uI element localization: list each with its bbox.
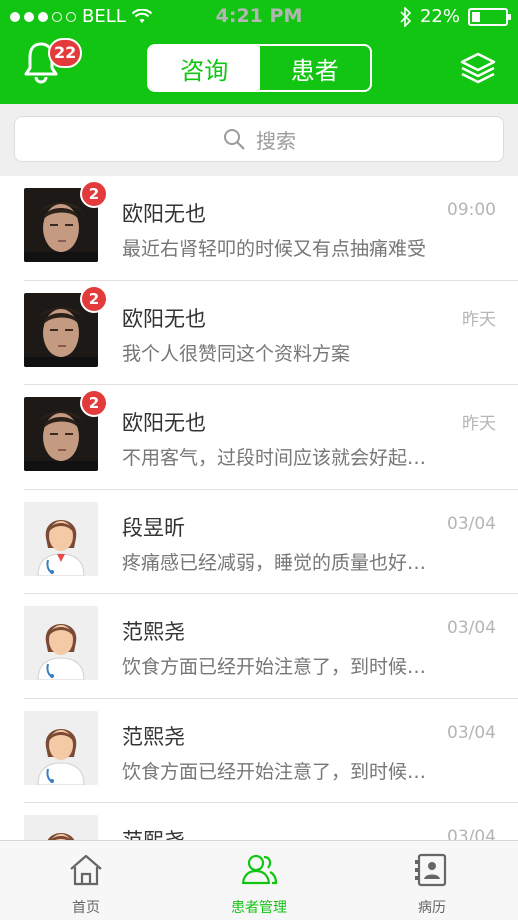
contact-name: 欧阳无也 [122, 411, 206, 435]
search-placeholder: 搜索 [256, 128, 296, 153]
list-item[interactable]: 范熙尧 03/04 饮食方面已经开始注意了，到时候再复查 [0, 699, 518, 803]
tab-patients[interactable]: 患者 [260, 46, 371, 90]
unread-badge: 2 [80, 180, 108, 208]
list-item[interactable]: 范熙尧 03/04 [0, 803, 518, 840]
nav-bar: 22 咨询 患者 [0, 32, 518, 104]
avatar [24, 501, 98, 576]
unread-badge: 2 [80, 389, 108, 417]
notification-badge: 22 [48, 38, 83, 68]
tab-label: 病历 [418, 900, 446, 916]
message-time: 09:00 [447, 200, 496, 220]
message-time: 03/04 [447, 722, 496, 743]
segmented-control: 咨询 患者 [147, 44, 372, 92]
message-time: 03/04 [447, 827, 496, 840]
contact-name: 欧阳无也 [122, 202, 206, 226]
search-icon [224, 129, 245, 150]
list-item[interactable]: 范熙尧 03/04 饮食方面已经开始注意了，到时候再复查 [0, 594, 518, 699]
message-time: 03/04 [447, 513, 496, 534]
patients-icon [241, 854, 278, 885]
female-doctor-avatar [24, 815, 98, 840]
list-item[interactable]: 段昱昕 03/04 疼痛感已经减弱，睡觉的质量也好了很多 [0, 490, 518, 594]
contact-name: 段昱昕 [122, 515, 185, 540]
avatar [24, 815, 98, 840]
tab-home[interactable]: 首页 [0, 841, 172, 920]
female-doctor-avatar [24, 606, 98, 680]
status-bar: BELL 4:21 PM 22% [0, 0, 518, 32]
message-time: 昨天 [462, 309, 496, 330]
avatar [24, 606, 98, 680]
unread-badge: 2 [80, 284, 108, 313]
list-item[interactable]: 2 欧阳无也 09:00 最近右肾轻叩的时候又有点抽痛难受 [0, 176, 518, 281]
message-time: 昨天 [462, 414, 496, 434]
bluetooth-icon [400, 6, 412, 27]
message-time: 03/04 [447, 618, 496, 638]
bottom-tab-bar: 首页 患者管理 病历 [0, 840, 518, 920]
contact-name: 欧阳无也 [122, 306, 206, 331]
avatar [24, 710, 98, 785]
contact-name: 范熙尧 [122, 724, 185, 749]
message-preview: 饮食方面已经开始注意了，到时候再复查 [122, 656, 440, 678]
tab-consult[interactable]: 咨询 [149, 46, 260, 90]
message-preview: 我个人很赞同这个资料方案 [122, 342, 351, 365]
message-preview: 饮食方面已经开始注意了，到时候再复查 [122, 760, 440, 783]
contact-name: 范熙尧 [122, 620, 185, 644]
conversation-list: 2 欧阳无也 09:00 最近右肾轻叩的时候又有点抽痛难受 2 欧阳无也 昨天 … [0, 176, 518, 840]
layers-icon[interactable] [460, 50, 496, 86]
search-input[interactable]: 搜索 [14, 116, 504, 162]
battery-percent: 22% [419, 6, 460, 27]
tab-patient-management[interactable]: 患者管理 [173, 841, 345, 920]
female-doctor-avatar [24, 501, 98, 576]
message-preview: 最近右肾轻叩的时候又有点抽痛难受 [122, 238, 427, 260]
contact-name: 范熙尧 [122, 825, 185, 840]
home-icon [70, 854, 102, 886]
tab-label: 首页 [72, 900, 100, 916]
tab-records[interactable]: 病历 [346, 841, 518, 920]
message-preview: 疼痛感已经减弱，睡觉的质量也好了很多 [122, 551, 440, 574]
female-doctor-avatar [24, 710, 98, 785]
battery-icon [468, 7, 511, 26]
list-item[interactable]: 2 欧阳无也 昨天 我个人很赞同这个资料方案 [0, 281, 518, 385]
message-preview: 不用客气，过段时间应该就会好起来的 [122, 447, 440, 469]
records-icon [415, 853, 447, 887]
top-bar: BELL 4:21 PM 22% 22 咨询 患者 [0, 0, 518, 104]
search-area: 搜索 [0, 104, 518, 176]
tab-label: 患者管理 [231, 900, 287, 916]
list-item[interactable]: 2 欧阳无也 昨天 不用客气，过段时间应该就会好起来的 [0, 385, 518, 490]
